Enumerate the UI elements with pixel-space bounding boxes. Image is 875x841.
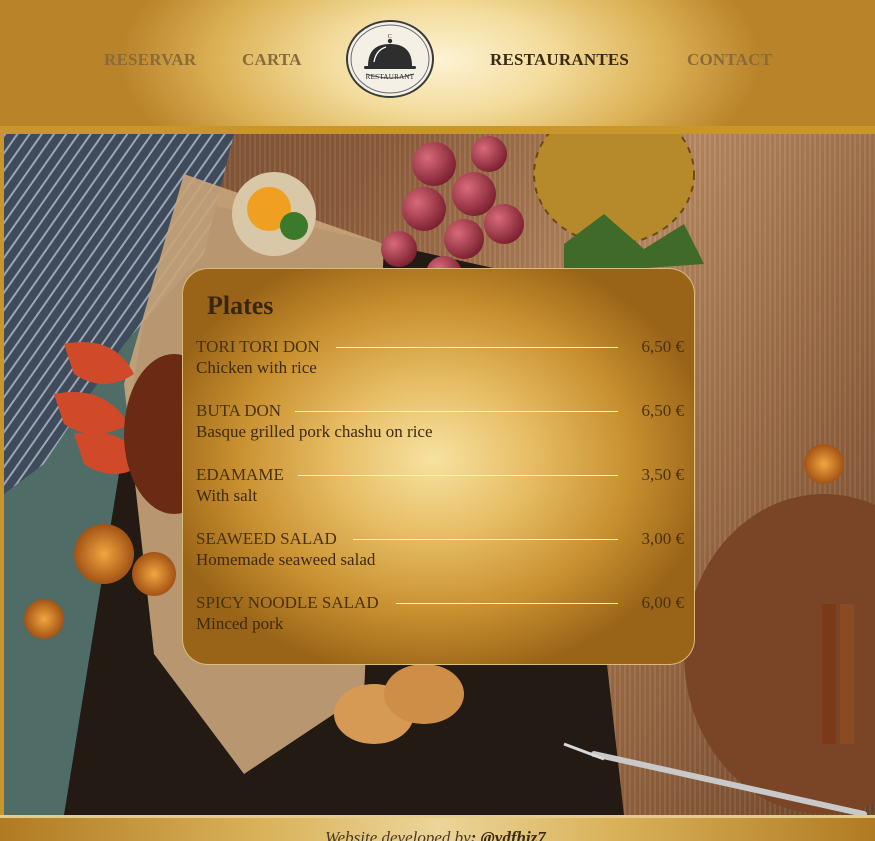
menu-item-name: SPICY NOODLE SALAD <box>196 593 379 612</box>
menu-card: Plates TORI TORI DON 6,50 € Chicken with… <box>182 268 695 665</box>
menu-item-name: BUTA DON <box>196 401 282 420</box>
site-footer: Website developed by: @ydfhjz7 <box>0 815 875 841</box>
menu-item-price: 6,50 € <box>641 337 685 356</box>
menu-item: SEAWEED SALAD 3,00 € Homemade seaweed sa… <box>196 529 686 573</box>
restaurant-logo[interactable]: C RESTAURANT <box>346 20 434 98</box>
footer-credit: Website developed by: @ydfhjz7 <box>325 828 546 841</box>
menu-item-price: 6,00 € <box>641 593 685 612</box>
menu-item-name: TORI TORI DON <box>196 337 320 356</box>
menu-item-price: 6,50 € <box>641 401 685 420</box>
menu-item-description: Basque grilled pork chashu on rice <box>196 422 433 441</box>
menu-item-divider <box>336 347 618 348</box>
footer-handle-link[interactable]: : @ydfhjz7 <box>471 828 546 841</box>
menu-item-description: With salt <box>196 486 258 505</box>
menu-item-divider <box>295 411 618 412</box>
menu-item-name: SEAWEED SALAD <box>196 529 337 548</box>
menu-item-name: EDAMAME <box>196 465 284 484</box>
menu-item-description: Minced pork <box>196 614 284 633</box>
logo-text: RESTAURANT <box>366 73 415 81</box>
menu-item: BUTA DON 6,50 € Basque grilled pork chas… <box>196 401 686 445</box>
nav-carta-link[interactable]: CARTA <box>242 50 302 70</box>
page: RESERVAR CARTA C RESTAURANT RESTAURANTES… <box>0 0 875 841</box>
menu-item: TORI TORI DON 6,50 € Chicken with rice <box>196 337 686 381</box>
nav-reservar-link[interactable]: RESERVAR <box>104 50 196 70</box>
menu-title: Plates <box>207 291 274 320</box>
site-header: RESERVAR CARTA C RESTAURANT RESTAURANTES… <box>0 0 875 126</box>
nav-restaurantes-link[interactable]: RESTAURANTES <box>490 50 629 70</box>
menu-item-divider <box>298 475 618 476</box>
cloche-icon: C RESTAURANT <box>346 20 434 98</box>
footer-credit-prefix: Website developed by <box>325 828 471 841</box>
svg-text:C: C <box>388 34 392 40</box>
menu-item-price: 3,50 € <box>641 465 685 484</box>
menu-item-description: Chicken with rice <box>196 358 317 377</box>
menu-item-price: 3,00 € <box>641 529 685 548</box>
menu-item-divider <box>353 539 618 540</box>
nav-contact-link[interactable]: CONTACT <box>687 50 772 70</box>
menu-item-description: Homemade seaweed salad <box>196 550 376 569</box>
menu-item: SPICY NOODLE SALAD 6,00 € Minced pork <box>196 593 686 637</box>
menu-item-divider <box>396 603 618 604</box>
menu-item: EDAMAME 3,50 € With salt <box>196 465 686 509</box>
